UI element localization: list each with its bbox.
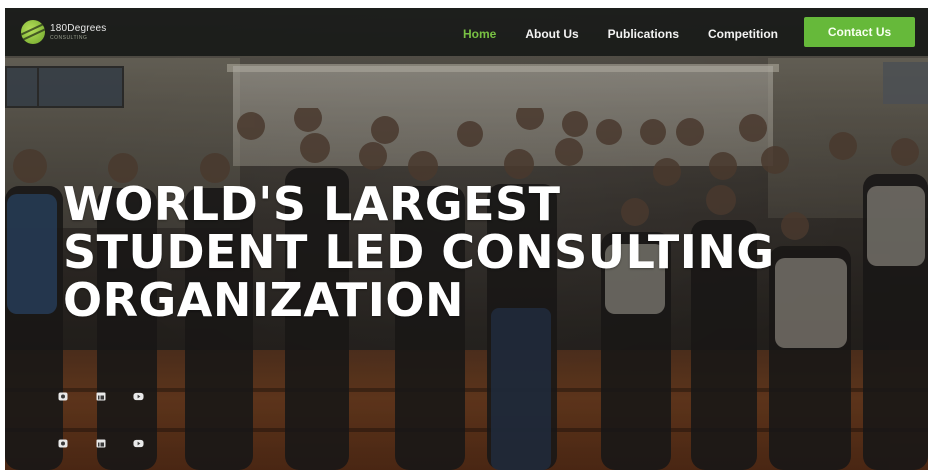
instagram-icon[interactable] bbox=[57, 439, 68, 448]
logo-title: 180Degrees bbox=[50, 22, 107, 34]
logo-text: 180Degrees CONSULTING bbox=[50, 22, 107, 41]
hero-line-3: ORGANIZATION bbox=[63, 273, 464, 327]
hero-heading: WORLD'S LARGEST STUDENT LED CONSULTING O… bbox=[63, 180, 923, 324]
social-links-row-2 bbox=[57, 439, 171, 448]
contact-us-button[interactable]: Contact Us bbox=[804, 17, 915, 47]
nav-links: Home About Us Publications Competition bbox=[463, 24, 807, 44]
social-links-row bbox=[57, 392, 171, 401]
globe-logo-icon bbox=[21, 20, 45, 44]
nav-link-competition[interactable]: Competition bbox=[708, 27, 778, 41]
youtube-icon[interactable] bbox=[133, 392, 144, 401]
nav-link-publications[interactable]: Publications bbox=[608, 27, 679, 41]
hero-line-2: STUDENT LED CONSULTING bbox=[63, 225, 775, 279]
linkedin-icon[interactable] bbox=[95, 439, 106, 448]
logo-subtitle: CONSULTING bbox=[50, 34, 88, 41]
top-navbar: 180Degrees CONSULTING Home About Us Publ… bbox=[5, 8, 928, 56]
brand-logo[interactable]: 180Degrees CONSULTING bbox=[21, 20, 106, 44]
nav-link-about-us[interactable]: About Us bbox=[525, 27, 578, 41]
instagram-icon[interactable] bbox=[57, 392, 68, 401]
nav-link-home[interactable]: Home bbox=[463, 27, 496, 41]
hero-section: 180Degrees CONSULTING Home About Us Publ… bbox=[5, 8, 928, 470]
hero-line-1: WORLD'S LARGEST bbox=[63, 177, 561, 231]
youtube-icon[interactable] bbox=[133, 439, 144, 448]
linkedin-icon[interactable] bbox=[95, 392, 106, 401]
